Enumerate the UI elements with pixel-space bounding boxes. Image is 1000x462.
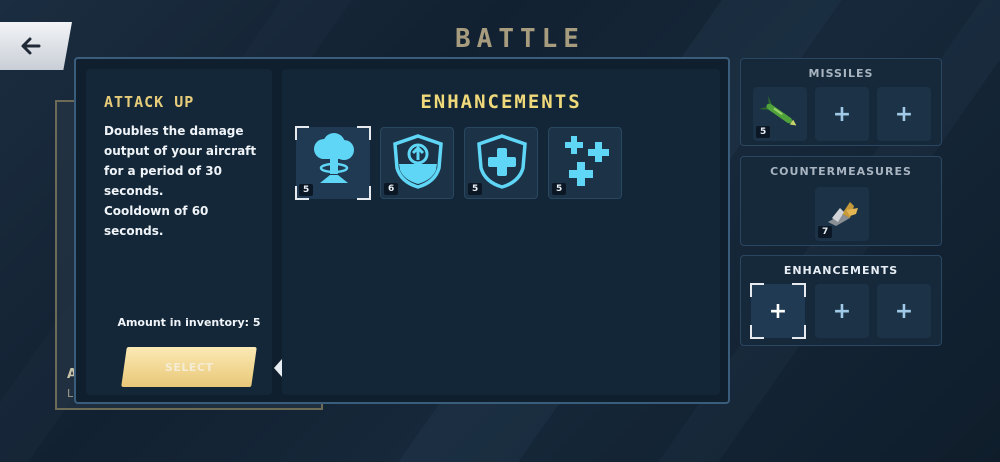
missiles-title: MISSILES [808, 67, 874, 80]
countermeasures-title: COUNTERMEASURES [770, 165, 912, 178]
selection-corner [792, 283, 806, 297]
selection-corner [792, 325, 806, 339]
select-button-label: SELECT [164, 360, 214, 374]
enhancement-item-attack-up[interactable]: 5 [295, 126, 371, 200]
plus-icon: + [832, 101, 852, 127]
plus-icon: + [894, 101, 914, 127]
description-panel: ATTACK UP Doubles the damage output of y… [86, 69, 297, 395]
shield-arrow-up-icon [393, 134, 443, 189]
enhancements-title: ENHANCEMENTS [420, 91, 582, 113]
enhancement-modal: ATTACK UP Doubles the damage output of y… [74, 57, 730, 404]
enhancement-count: 6 [384, 183, 399, 195]
background-card-subtext: L [67, 387, 74, 400]
enhancement-slot-selected[interactable]: + [750, 283, 806, 339]
enhancements-panel: ENHANCEMENTS 5 6 5 5 [282, 69, 720, 395]
plus-icon: + [832, 298, 852, 324]
missile-count: 5 [756, 126, 771, 138]
enhancements-loadout-panel: ENHANCEMENTS + + + [740, 255, 942, 346]
enhancement-count: 5 [299, 184, 314, 196]
shield-plus-icon [477, 134, 527, 189]
missile-empty-slot[interactable]: + [815, 87, 869, 141]
select-button[interactable]: SELECT [121, 347, 257, 387]
enhancement-item-shield-up[interactable]: 6 [380, 127, 454, 199]
missiles-panel: MISSILES 5 + + [740, 58, 942, 146]
plus-icon: + [768, 298, 788, 324]
countermeasures-panel: COUNTERMEASURES 7 [740, 156, 942, 246]
enhancement-item-shield-repair[interactable]: 5 [464, 127, 538, 199]
inventory-amount: Amount in inventory: 5 [117, 316, 261, 329]
enhancement-slot[interactable]: + [815, 284, 869, 338]
item-title: ATTACK UP [104, 93, 195, 111]
triple-plus-icon [565, 136, 609, 186]
enhancements-loadout-title: ENHANCEMENTS [783, 264, 899, 277]
page-title: BATTLE [455, 24, 585, 54]
missile-empty-slot[interactable]: + [877, 87, 931, 141]
selection-corner [750, 283, 764, 297]
countermeasure-slot[interactable]: 7 [815, 187, 869, 241]
selection-corner [750, 325, 764, 339]
item-description: Doubles the damage output of your aircra… [104, 124, 257, 238]
enhancement-count: 5 [552, 183, 567, 195]
plus-icon: + [894, 298, 914, 324]
mushroom-cloud-icon [314, 133, 354, 183]
missile-slot[interactable]: 5 [753, 87, 807, 141]
countermeasure-count: 7 [818, 226, 833, 238]
enhancements-grid: 5 6 5 5 [295, 126, 622, 200]
enhancement-item-multi-repair[interactable]: 5 [548, 127, 622, 199]
enhancement-count: 5 [468, 183, 483, 195]
enhancement-slot[interactable]: + [877, 284, 931, 338]
